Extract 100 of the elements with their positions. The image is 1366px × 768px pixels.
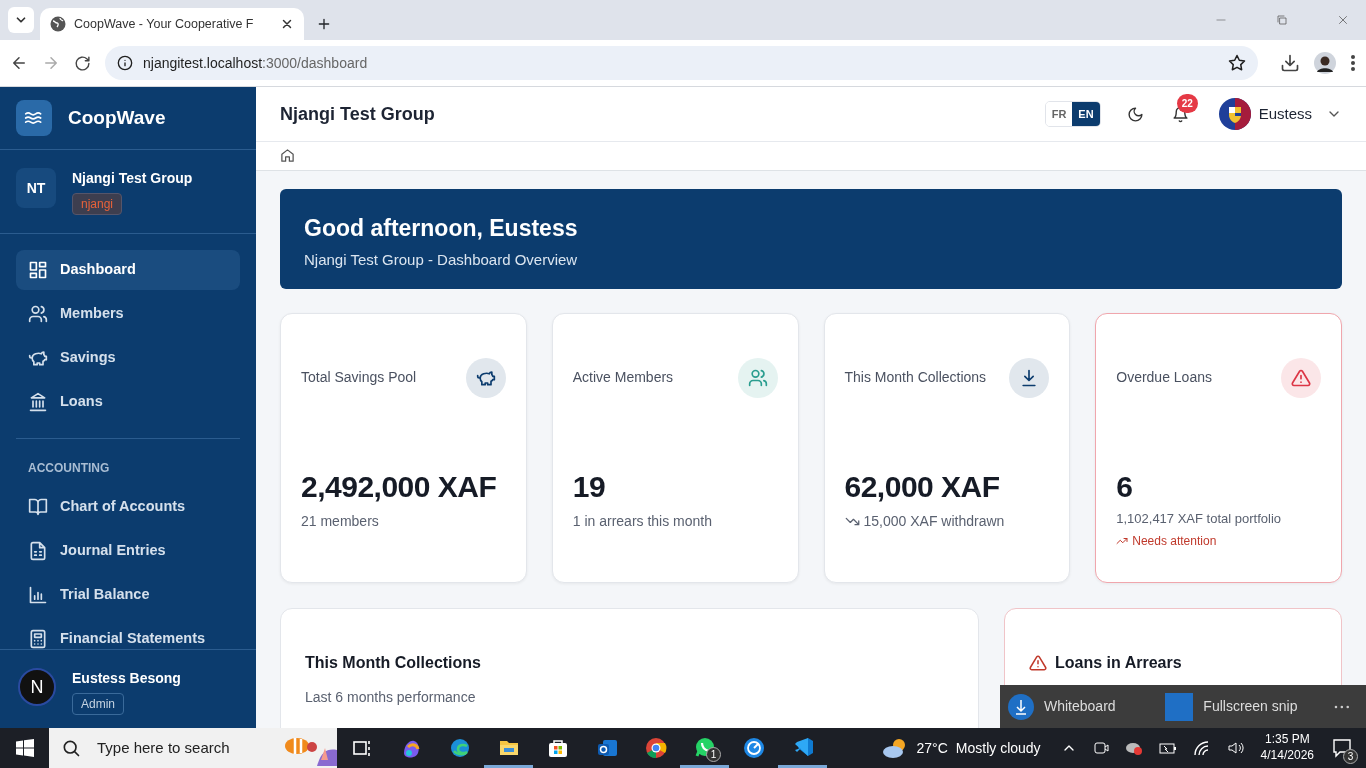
group-name: Njangi Test Group <box>72 169 193 188</box>
action-center-icon[interactable] <box>1332 738 1352 758</box>
document-icon <box>28 541 48 561</box>
grid-icon <box>28 260 48 280</box>
sidebar-item[interactable]: Loans <box>16 382 240 422</box>
profile-avatar[interactable] <box>1314 52 1336 74</box>
stat-label: This Month Collections <box>844 368 987 388</box>
role-tag: Admin <box>72 693 124 715</box>
restore-button[interactable] <box>1276 14 1288 26</box>
store-icon[interactable] <box>546 737 569 759</box>
section-label: ACCOUNTING <box>27 460 111 477</box>
notification-count: 3 <box>1343 749 1358 764</box>
user-avatar: N <box>18 668 56 706</box>
stat-value: 62,000 XAF <box>844 468 1001 505</box>
sidebar-item[interactable]: Savings <box>16 338 240 378</box>
back-button[interactable] <box>10 54 28 72</box>
weather-text: Mostly cloudy <box>955 738 1041 758</box>
panel-title: This Month Collections <box>305 652 482 673</box>
stat-value: 19 <box>572 468 607 505</box>
tab-list-button[interactable] <box>8 7 34 33</box>
bank-icon <box>28 392 48 412</box>
panel-title: Loans in Arrears <box>1055 652 1182 673</box>
download-icon <box>1008 693 1034 720</box>
group-type-tag: njangi <box>72 193 123 215</box>
clock[interactable]: 1:35 PM 4/14/2026 <box>1260 732 1314 764</box>
notifications-button[interactable] <box>1171 105 1189 123</box>
greeting-title: Good afternoon, Eustess <box>304 213 579 243</box>
stat-note: 1,102,417 XAF total portfolio <box>1116 509 1283 528</box>
speaker-icon[interactable] <box>1226 740 1245 756</box>
brand-name: CoopWave <box>68 105 166 130</box>
browser-app-icon[interactable] <box>448 737 471 759</box>
snip-option[interactable]: Fullscreen snip <box>1157 685 1335 728</box>
camera-icon[interactable] <box>1092 740 1109 756</box>
stat-value: 2,492,000 XAF <box>301 468 498 505</box>
user-name: Eustess Besong <box>72 669 181 688</box>
banner-subtitle: Njangi Test Group - Dashboard Overview <box>304 250 579 271</box>
restore-icon <box>1276 14 1288 26</box>
stat-label: Total Savings Pool <box>301 368 417 388</box>
cloud-icon[interactable] <box>1124 740 1143 756</box>
reload-button[interactable] <box>74 54 91 72</box>
close-tab-button[interactable] <box>280 17 294 31</box>
stat-label: Overdue Loans <box>1116 368 1212 388</box>
snip-option[interactable]: Whiteboard <box>1000 685 1158 728</box>
address-bar[interactable]: njangitest.localhost:3000/dashboard <box>105 46 1258 80</box>
stat-note: 21 members <box>301 511 380 531</box>
warning-icon <box>1029 653 1047 672</box>
sidebar-item[interactable]: Financial Statements <box>16 619 240 649</box>
browser-tab[interactable]: CoopWave - Your Cooperative F <box>40 8 304 40</box>
battery-icon[interactable] <box>1158 741 1177 755</box>
tab-title: CoopWave - Your Cooperative F <box>74 15 255 33</box>
logo-icon <box>16 100 52 136</box>
close-icon <box>1336 13 1350 27</box>
taskbar-search[interactable]: Type here to search <box>49 728 337 768</box>
downloads-button[interactable] <box>1280 53 1300 73</box>
star-icon <box>1228 54 1246 72</box>
wifi-icon[interactable] <box>1192 740 1211 756</box>
sidebar-item[interactable]: Journal Entries <box>16 531 240 571</box>
date-text: 4/14/2026 <box>1260 748 1314 764</box>
stat-note: 15,000 XAF withdrawn <box>863 511 1005 531</box>
users-icon <box>28 304 48 324</box>
panel-subtitle: Last 6 months performance <box>305 687 477 707</box>
menu-icon[interactable] <box>1350 54 1356 72</box>
info-icon <box>117 55 133 71</box>
close-window-button[interactable] <box>1336 13 1350 27</box>
sidebar-item[interactable]: Chart of Accounts <box>16 487 240 527</box>
stat-label: Active Members <box>572 368 674 388</box>
close-icon <box>280 17 294 31</box>
theme-toggle[interactable] <box>1126 105 1144 123</box>
url-text: njangitest.localhost:3000/dashboard <box>143 53 369 73</box>
time-text: 1:35 PM <box>1263 732 1311 748</box>
home-link[interactable] <box>280 148 295 164</box>
arrow-right-icon <box>42 54 60 72</box>
more-icon[interactable] <box>1334 704 1350 709</box>
sidebar-item[interactable]: Trial Balance <box>16 575 240 615</box>
globe-icon <box>50 16 66 32</box>
stat-value: 6 <box>1116 468 1134 505</box>
bar-chart-icon <box>28 585 48 605</box>
sidebar-item[interactable]: Members <box>16 294 240 334</box>
chrome-icon[interactable] <box>644 737 667 759</box>
stat-note: 1 in arrears this month <box>572 511 714 531</box>
calculator-icon <box>28 629 48 649</box>
gauge-app-icon[interactable] <box>742 737 765 759</box>
language-option[interactable]: EN <box>1072 101 1100 127</box>
user-menu[interactable]: Eustess <box>1218 98 1342 130</box>
app-badge: 1 <box>706 747 721 762</box>
sidebar-item[interactable]: Dashboard <box>16 250 240 290</box>
square-icon <box>1165 692 1194 721</box>
bookmark-button[interactable] <box>1228 54 1246 72</box>
crest-icon <box>1218 98 1251 130</box>
mail-app-icon[interactable] <box>595 737 618 759</box>
notification-count: 22 <box>1176 93 1198 113</box>
page-title: Njangi Test Group <box>280 102 436 126</box>
plus-icon <box>316 16 332 32</box>
windows-icon <box>15 739 34 757</box>
download-icon <box>1280 53 1300 73</box>
search-icon <box>61 738 81 758</box>
temperature-text: 27°C <box>916 738 948 758</box>
weather-widget[interactable]: 27°C Mostly cloudy <box>880 737 1041 759</box>
reload-icon <box>74 54 91 72</box>
book-icon <box>28 497 48 517</box>
